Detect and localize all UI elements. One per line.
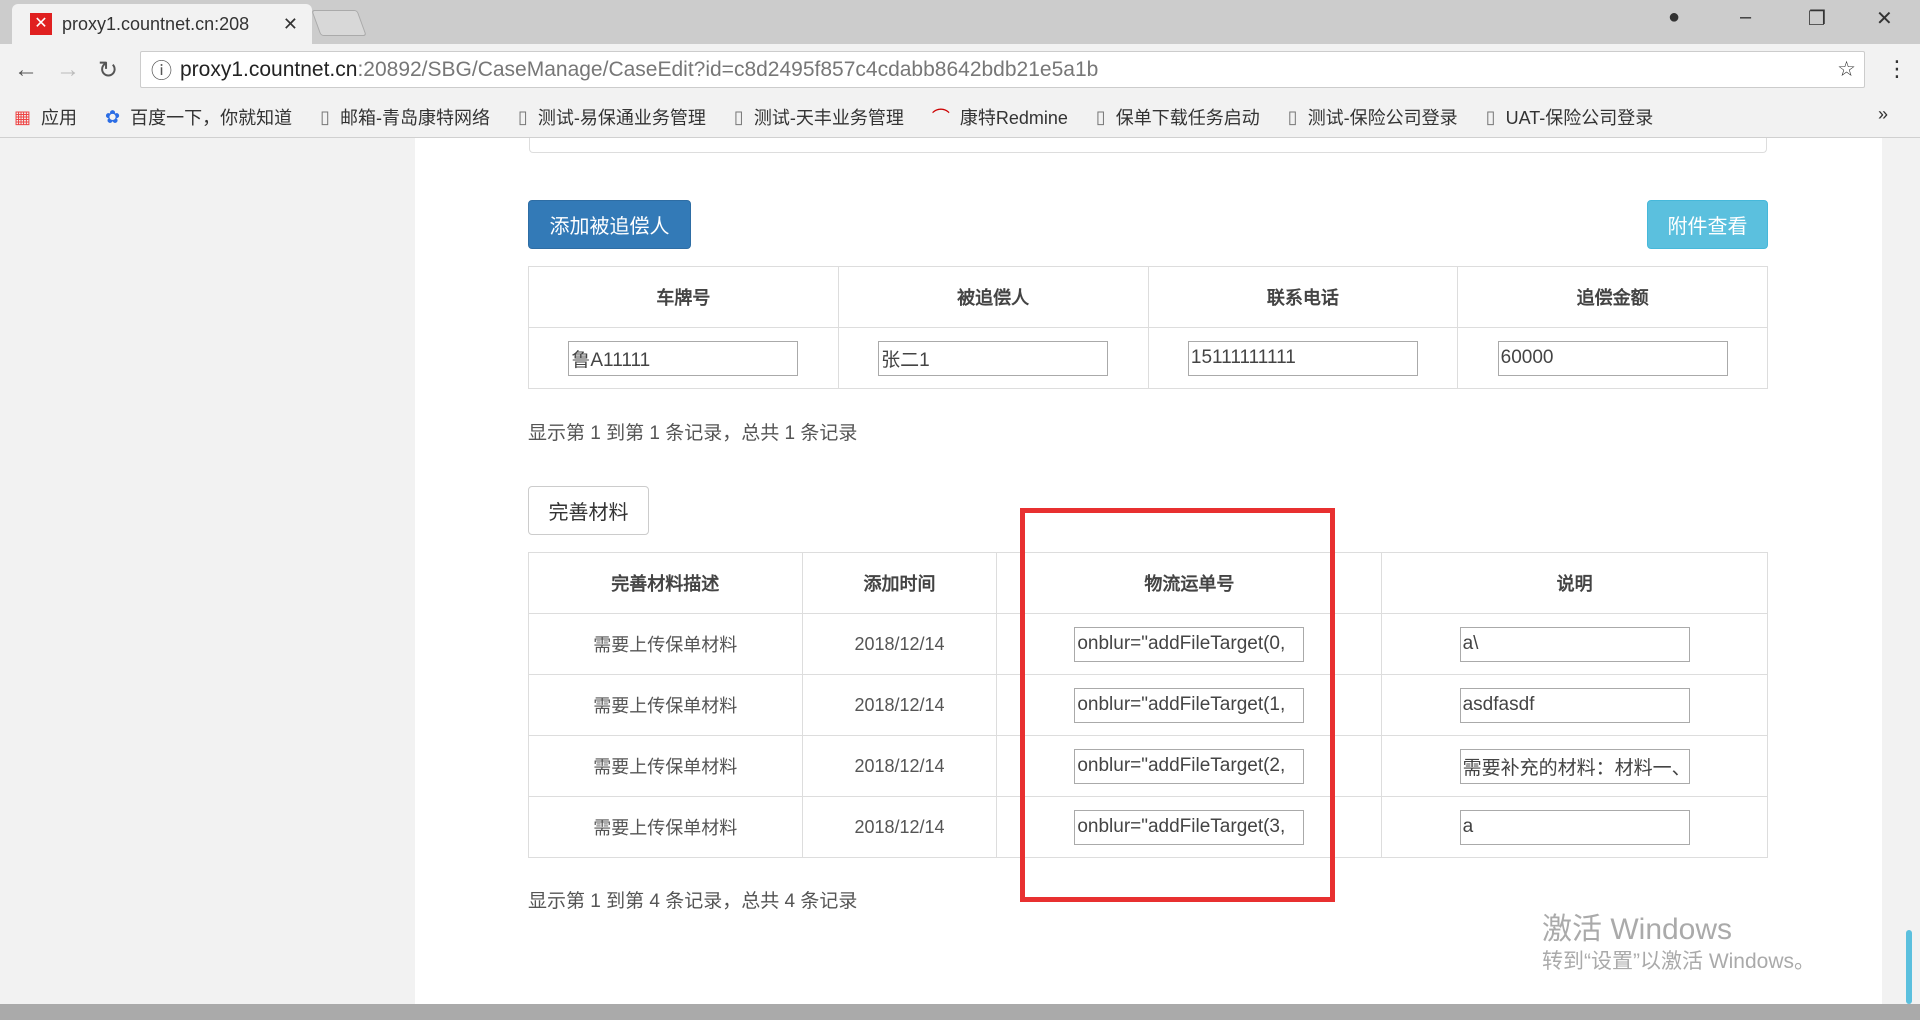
view-attachments-button[interactable]: 附件查看 [1647, 200, 1768, 249]
material-description: 需要上传保单材料 [528, 735, 803, 797]
page-icon: ▯ [320, 106, 331, 127]
column-header: 说明 [1381, 552, 1768, 614]
material-description: 需要上传保单材料 [528, 674, 803, 736]
url-path: :20892/SBG/CaseManage/CaseEdit?id=c8d249… [357, 57, 1099, 81]
redmine-icon: ⌒ [931, 108, 950, 128]
pagination-info: 显示第 1 到第 1 条记录，总共 1 条记录 [528, 423, 858, 444]
plate-number-input[interactable] [568, 340, 799, 376]
column-header: 追偿金额 [1457, 266, 1768, 328]
bookmark-item[interactable]: ✿ 百度一下，你就知道 [105, 104, 292, 130]
close-window-icon[interactable]: ✕ [1876, 6, 1893, 31]
bookmark-label: 测试-保险公司登录 [1307, 108, 1458, 128]
browser-tab[interactable]: ✕ proxy1.countnet.cn:208 ✕ [12, 4, 312, 44]
add-recovery-person-button[interactable]: 添加被追偿人 [528, 200, 691, 249]
section-border [529, 138, 1767, 153]
bookmark-label: UAT-保险公司登录 [1505, 108, 1654, 128]
apps-grid-icon: ▦ [14, 106, 32, 127]
pagination-info: 显示第 1 到第 4 条记录，总共 4 条记录 [528, 891, 858, 912]
material-description: 需要上传保单材料 [528, 796, 803, 858]
bookmark-item[interactable]: ▯ 测试-易保通业务管理 [518, 104, 706, 130]
bookmark-label: 康特Redmine [959, 108, 1068, 128]
highlight-annotation-box [1020, 508, 1335, 902]
table-header-row: 车牌号 被追偿人 联系电话 追偿金额 [528, 266, 1768, 328]
horizontal-scrollbar[interactable] [0, 1004, 1920, 1020]
added-time: 2018/12/14 [801, 796, 998, 858]
column-header: 添加时间 [801, 552, 998, 614]
column-header: 联系电话 [1147, 266, 1459, 328]
bookmark-apps[interactable]: ▦ 应用 [14, 104, 77, 130]
bookmark-item[interactable]: ▯ UAT-保险公司登录 [1486, 104, 1654, 130]
new-tab-button[interactable] [311, 10, 367, 36]
minimize-icon[interactable]: – [1740, 6, 1751, 29]
phone-input[interactable] [1187, 340, 1418, 376]
bookmark-item[interactable]: ▯ 测试-天丰业务管理 [734, 104, 904, 130]
page-icon: ▯ [1287, 106, 1298, 127]
added-time: 2018/12/14 [801, 674, 998, 736]
bookmark-star-icon[interactable]: ☆ [1837, 57, 1856, 82]
recovery-table: 车牌号 被追偿人 联系电话 追偿金额 [528, 266, 1768, 389]
close-tab-icon[interactable]: ✕ [283, 14, 298, 35]
activation-watermark-subtitle: 转到“设置”以激活 Windows。 [1542, 950, 1816, 973]
address-bar[interactable]: ⓘ proxy1.countnet.cn:20892/SBG/CaseManag… [140, 51, 1865, 88]
reload-icon[interactable]: ↻ [98, 56, 118, 85]
bookmark-label: 邮箱-青岛康特网络 [340, 108, 491, 128]
activation-watermark-title: 激活 Windows [1542, 913, 1733, 946]
note-input[interactable] [1459, 626, 1690, 662]
column-header: 完善材料描述 [528, 552, 803, 614]
restore-icon[interactable]: ❐ [1808, 6, 1826, 31]
info-icon[interactable]: ⓘ [151, 55, 172, 85]
note-input[interactable] [1459, 687, 1690, 723]
bookmark-label: 测试-天丰业务管理 [753, 108, 904, 128]
bookmark-label: 保单下载任务启动 [1115, 108, 1260, 128]
page-icon: ▯ [518, 106, 528, 127]
bookmark-label: 百度一下，你就知道 [130, 108, 293, 128]
bookmark-label: 测试-易保通业务管理 [537, 108, 706, 128]
recovery-person-input[interactable] [878, 340, 1109, 376]
site-favicon-icon: ✕ [30, 13, 52, 35]
page-icon: ▯ [1485, 106, 1496, 127]
bookmark-item[interactable]: ▯ 邮箱-青岛康特网络 [320, 104, 490, 130]
column-header: 车牌号 [528, 266, 839, 328]
bookmark-item[interactable]: ▯ 保单下载任务启动 [1096, 104, 1260, 130]
bookmark-item[interactable]: ⌒ 康特Redmine [932, 104, 1068, 130]
note-input[interactable] [1459, 748, 1690, 784]
more-bookmarks-button[interactable]: » [1878, 104, 1888, 125]
bookmark-item[interactable]: ▯ 测试-保险公司登录 [1288, 104, 1458, 130]
table-row [528, 327, 1768, 389]
page-icon: ▯ [733, 106, 744, 127]
bookmark-label: 应用 [41, 108, 78, 128]
added-time: 2018/12/14 [801, 613, 998, 675]
menu-icon[interactable]: ⋮ [1886, 56, 1908, 82]
tab-title: proxy1.countnet.cn:208 [62, 13, 250, 34]
url-host: proxy1.countnet.cn [180, 57, 358, 81]
scrollbar-thumb[interactable] [1906, 930, 1912, 1004]
amount-input[interactable] [1497, 340, 1728, 376]
profile-icon[interactable]: ● [1668, 6, 1680, 29]
material-description: 需要上传保单材料 [528, 613, 803, 675]
baidu-icon: ✿ [105, 106, 121, 127]
bookmarks-bar: ▦ 应用 ✿ 百度一下，你就知道 ▯ 邮箱-青岛康特网络 ▯ 测试-易保通业务管理 ▯ 测… [14, 104, 1681, 130]
forward-icon[interactable]: → [56, 56, 80, 84]
note-input[interactable] [1459, 809, 1690, 845]
page-icon: ▯ [1095, 106, 1106, 127]
added-time: 2018/12/14 [801, 735, 998, 797]
complete-materials-button[interactable]: 完善材料 [528, 486, 649, 535]
back-icon[interactable]: ← [14, 56, 38, 84]
column-header: 被追偿人 [837, 266, 1149, 328]
